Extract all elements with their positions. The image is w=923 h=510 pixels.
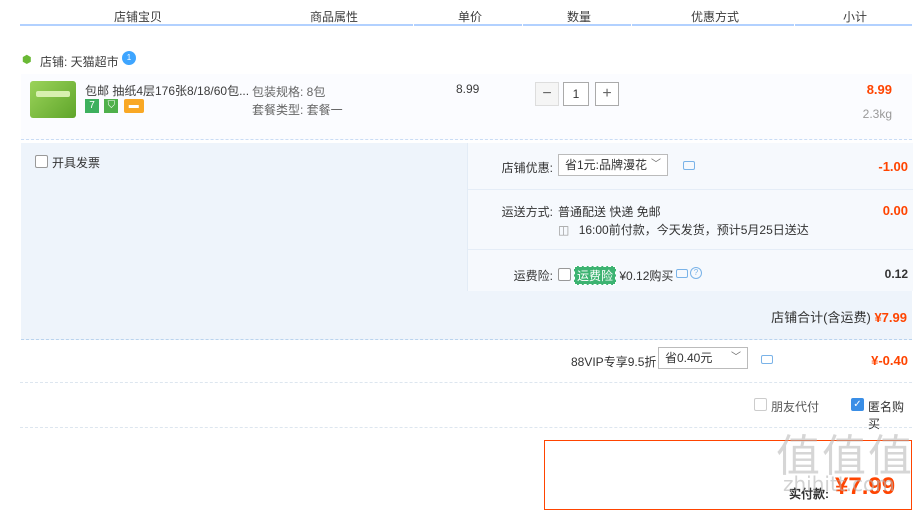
qty-minus-button[interactable]: − bbox=[535, 82, 559, 106]
insurance-amount: 0.12 bbox=[884, 267, 908, 281]
shipping-row: 运送方式: 普通配送 快递 免邮 ◫ 16:00前付款，今天发货，预计5月25日… bbox=[468, 190, 913, 250]
qty-plus-button[interactable]: + bbox=[595, 82, 619, 106]
vip-row: 88VIP专享9.5折 省0.40元 ﹀ ¥-0.40 bbox=[20, 339, 912, 383]
coupon-row: 店铺优惠: 省1元:品牌漫花 ﹀ -1.00 bbox=[468, 143, 913, 190]
message-icon[interactable] bbox=[676, 269, 688, 278]
credit-card-icon[interactable]: ▬ bbox=[123, 99, 144, 113]
col-unit-price: 单价 bbox=[458, 10, 483, 24]
friend-pay-label: 朋友代付 bbox=[771, 400, 820, 414]
invoice-label: 开具发票 bbox=[52, 156, 101, 170]
qty-input[interactable]: 1 bbox=[563, 82, 589, 106]
header-sep bbox=[631, 24, 632, 26]
shipping-amount: 0.00 bbox=[882, 203, 908, 218]
coupon-amount: -1.00 bbox=[878, 159, 908, 174]
product-thumbnail[interactable] bbox=[30, 81, 76, 118]
friend-pay-checkbox[interactable] bbox=[754, 398, 767, 411]
table-header: 店铺宝贝 商品属性 单价 数量 优惠方式 小计 bbox=[0, 0, 923, 26]
chevron-down-icon: ﹀ bbox=[731, 352, 741, 363]
order-options: 开具发票 店铺优惠: 省1元:品牌漫花 ﹀ -1.00 运送方式: 普通配送 快… bbox=[21, 143, 913, 340]
unit-price: 8.99 bbox=[456, 82, 480, 96]
header-sep bbox=[794, 24, 795, 26]
store-name[interactable]: 店铺: 天猫超市 bbox=[40, 53, 119, 70]
store-icon: ⬢ bbox=[22, 54, 32, 66]
invoice-checkbox[interactable] bbox=[35, 155, 48, 168]
header-sep bbox=[413, 24, 414, 26]
clock-icon: ◫ bbox=[558, 223, 570, 237]
col-subtotal: 小计 bbox=[843, 10, 868, 24]
guarantee-icon[interactable]: ⛉ bbox=[104, 99, 119, 113]
prop-spec: 包装规格: 8包 bbox=[252, 85, 326, 99]
product-badges: 7 ⛉ ▬ bbox=[85, 99, 146, 113]
coupon-select-value: 省1元:品牌漫花 bbox=[565, 158, 648, 172]
wangwang-icon[interactable]: 1 bbox=[122, 51, 136, 65]
coupon-select[interactable]: 省1元:品牌漫花 ﹀ bbox=[558, 154, 668, 176]
col-quantity: 数量 bbox=[567, 10, 592, 24]
item-weight: 2.3kg bbox=[862, 107, 892, 121]
vip-label: 88VIP专享9.5折 bbox=[571, 355, 657, 369]
seven-day-return-icon[interactable]: 7 bbox=[85, 99, 99, 113]
cart-item: 包邮 抽纸4层176张8/18/60包... 7 ⛉ ▬ 包装规格: 8包 套餐… bbox=[21, 74, 912, 140]
insurance-label: 运费险: bbox=[513, 269, 553, 283]
store-total: 店铺合计(含运费) ¥7.99 bbox=[771, 307, 907, 326]
chevron-down-icon: ﹀ bbox=[651, 159, 661, 170]
product-title[interactable]: 包邮 抽纸4层176张8/18/60包... bbox=[85, 82, 250, 99]
insurance-price: ¥0.12购买 bbox=[619, 269, 674, 283]
col-discount: 优惠方式 bbox=[691, 10, 740, 24]
vip-select[interactable]: 省0.40元 ﹀ bbox=[658, 347, 748, 369]
store-total-label: 店铺合计(含运费) bbox=[771, 310, 871, 325]
shipping-note-row: ◫ 16:00前付款，今天发货，预计5月25日送达 bbox=[558, 221, 809, 238]
watermark-url: zhihitt.com bbox=[783, 472, 895, 496]
coupon-label: 店铺优惠: bbox=[501, 161, 553, 175]
options-panel: 店铺优惠: 省1元:品牌漫花 ﹀ -1.00 运送方式: 普通配送 快递 免邮 … bbox=[467, 143, 913, 291]
vip-select-value: 省0.40元 bbox=[665, 351, 713, 365]
anonymous-buy-checkbox[interactable]: ✓ bbox=[851, 398, 864, 411]
store-total-value: ¥7.99 bbox=[874, 310, 907, 325]
insurance-tag: 运费险 bbox=[574, 266, 617, 285]
col-store-items: 店铺宝贝 bbox=[114, 10, 163, 24]
header-divider bbox=[20, 24, 912, 26]
shipping-label: 运送方式: bbox=[501, 205, 553, 219]
vip-amount: ¥-0.40 bbox=[871, 353, 908, 368]
message-icon[interactable] bbox=[683, 161, 695, 170]
prop-package: 套餐类型: 套餐一 bbox=[252, 103, 343, 117]
col-item-attrs: 商品属性 bbox=[310, 10, 359, 24]
shipping-method: 普通配送 快递 免邮 bbox=[558, 205, 661, 219]
insurance-info: 运费险 ¥0.12购买 bbox=[574, 266, 673, 285]
insurance-checkbox[interactable] bbox=[558, 268, 571, 281]
help-icon[interactable]: ? bbox=[690, 267, 702, 279]
message-icon[interactable] bbox=[761, 355, 773, 364]
insurance-row: 运费险: 运费险 ¥0.12购买 ? 0.12 bbox=[468, 250, 913, 291]
item-subtotal: 8.99 bbox=[866, 82, 892, 97]
shipping-note: 16:00前付款，今天发货，预计5月25日送达 bbox=[578, 223, 809, 237]
header-sep bbox=[522, 24, 523, 26]
